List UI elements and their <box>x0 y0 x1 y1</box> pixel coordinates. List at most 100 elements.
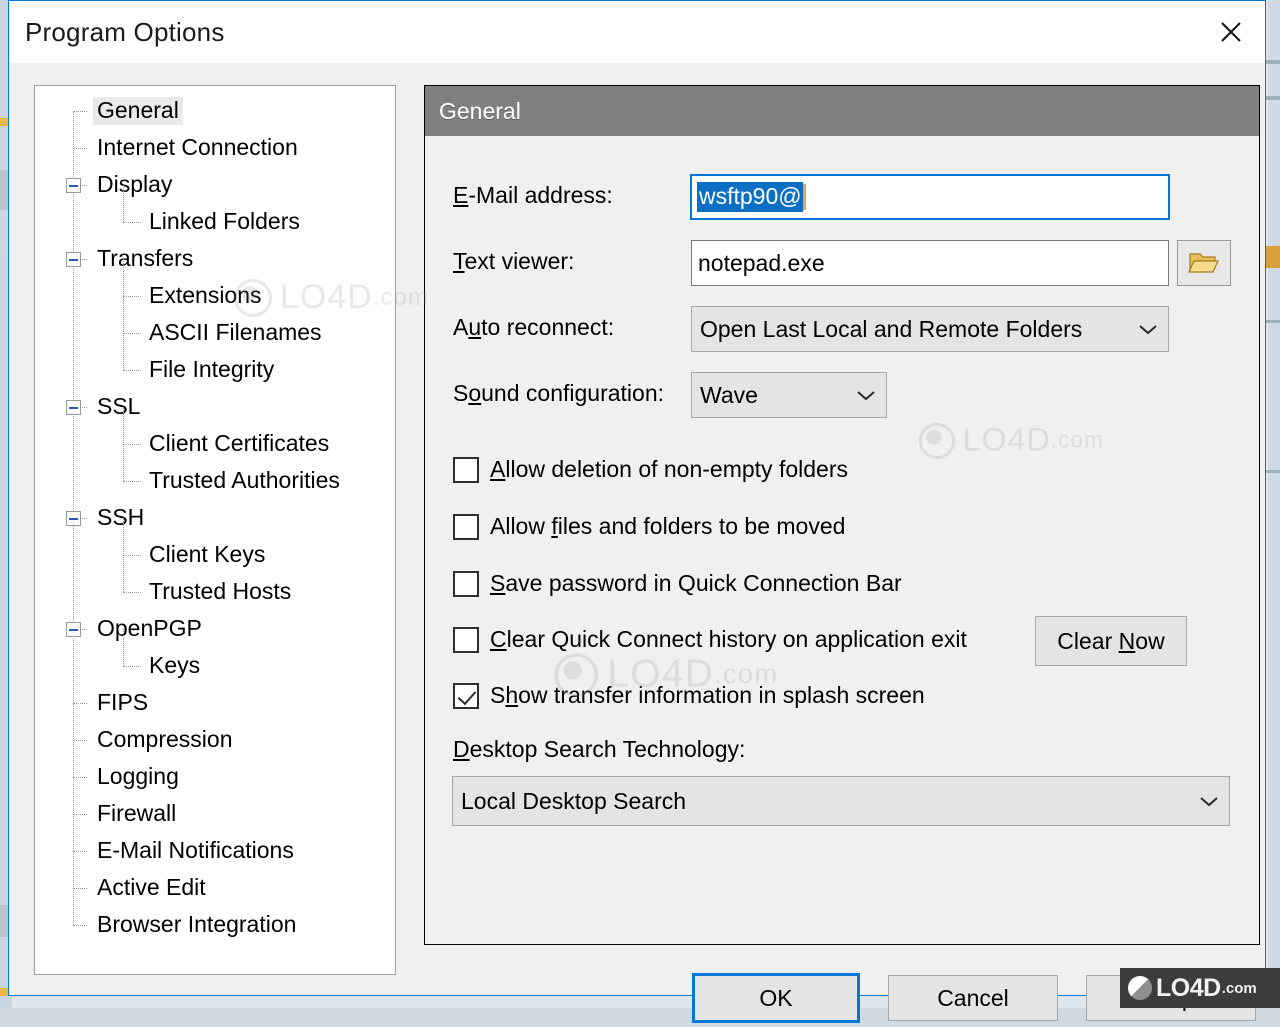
lo4d-logo-badge: LO4D .com <box>1120 968 1280 1008</box>
checkbox-box[interactable] <box>453 457 479 483</box>
tree-item-trusted-authorities[interactable]: Trusted Authorities <box>35 462 395 499</box>
tree-item-ssh[interactable]: SSH <box>35 499 395 536</box>
text-viewer-browse-button[interactable] <box>1177 240 1231 286</box>
tree-guide-line <box>123 629 125 666</box>
tree-item-general[interactable]: General <box>35 92 395 129</box>
checkbox-allow-deletion[interactable]: Allow deletion of non-empty folders <box>453 456 848 483</box>
tree-item-label: FIPS <box>93 689 152 717</box>
tree-guide-line <box>123 185 125 222</box>
checkbox-box[interactable] <box>453 514 479 540</box>
tree-guide-line <box>73 111 87 113</box>
settings-panel: General E-Mail address: wsftp90@ Text vi… <box>424 85 1260 945</box>
tree-item-display[interactable]: Display <box>35 166 395 203</box>
close-button[interactable] <box>1197 2 1265 62</box>
tree-item-linked-folders[interactable]: Linked Folders <box>35 203 395 240</box>
email-address-label: E-Mail address: <box>453 182 613 209</box>
tree-item-label: ASCII Filenames <box>145 319 326 347</box>
tree-item-extensions[interactable]: Extensions <box>35 277 395 314</box>
options-tree-list: General Internet Connection Display Linked … <box>35 86 395 943</box>
tree-guide-line <box>73 777 87 779</box>
ok-button[interactable]: OK <box>692 973 860 1023</box>
tree-item-e-mail-notifications[interactable]: E-Mail Notifications <box>35 832 395 869</box>
tree-collapse-toggle[interactable] <box>66 622 81 637</box>
sound-configuration-label-row: Sound configuration: <box>453 380 664 407</box>
tree-item-firewall[interactable]: Firewall <box>35 795 395 832</box>
tree-item-client-keys[interactable]: Client Keys <box>35 536 395 573</box>
clear-now-button[interactable]: Clear Now <box>1035 616 1187 666</box>
tree-item-internet-connection[interactable]: Internet Connection <box>35 129 395 166</box>
tree-item-client-certificates[interactable]: Client Certificates <box>35 425 395 462</box>
folder-open-icon <box>1188 250 1220 276</box>
text-viewer-input[interactable]: notepad.exe <box>691 240 1169 286</box>
tree-item-label: E-Mail Notifications <box>93 837 298 865</box>
panel-content: E-Mail address: wsftp90@ Text viewer: no… <box>425 136 1259 944</box>
panel-header: General <box>425 86 1259 136</box>
desktop-search-label-row: Desktop Search Technology: <box>453 736 745 763</box>
tree-item-label: Firewall <box>93 800 180 828</box>
tree-guide-line <box>73 148 87 150</box>
tree-item-ascii-filenames[interactable]: ASCII Filenames <box>35 314 395 351</box>
tree-guide-line <box>73 740 87 742</box>
auto-reconnect-label: Auto reconnect: <box>453 314 614 341</box>
checkbox-box[interactable] <box>453 627 479 653</box>
ok-button-label: OK <box>759 985 792 1012</box>
tree-item-fips[interactable]: FIPS <box>35 684 395 721</box>
checkbox-box[interactable] <box>453 683 479 709</box>
tree-guide-line <box>123 333 141 335</box>
tree-item-label: Keys <box>145 652 204 680</box>
tree-item-compression[interactable]: Compression <box>35 721 395 758</box>
tree-item-label: Internet Connection <box>93 134 302 162</box>
tree-item-transfers[interactable]: Transfers <box>35 240 395 277</box>
tree-guide-line <box>73 888 87 890</box>
auto-reconnect-select[interactable]: Open Last Local and Remote Folders <box>691 306 1169 352</box>
desktop-search-label: Desktop Search Technology: <box>453 736 745 763</box>
chevron-down-icon <box>1199 795 1219 807</box>
email-label-row: E-Mail address: <box>453 182 613 209</box>
checkbox-box[interactable] <box>453 571 479 597</box>
tree-item-label: File Integrity <box>145 356 278 384</box>
tree-guide-line <box>73 703 87 705</box>
tree-item-label: Linked Folders <box>145 208 304 236</box>
tree-item-label: Trusted Hosts <box>145 578 295 606</box>
options-tree-panel[interactable]: General Internet Connection Display Linked … <box>34 85 396 975</box>
tree-collapse-toggle[interactable] <box>66 400 81 415</box>
tree-item-openpgp[interactable]: OpenPGP <box>35 610 395 647</box>
desktop-search-select[interactable]: Local Desktop Search <box>452 776 1230 826</box>
tree-collapse-toggle[interactable] <box>66 252 81 267</box>
text-caret <box>803 184 806 210</box>
checkbox-label: Allow files and folders to be moved <box>490 513 845 540</box>
tree-item-browser-integration[interactable]: Browser Integration <box>35 906 395 943</box>
tree-guide-line <box>123 555 141 557</box>
checkbox-label: Save password in Quick Connection Bar <box>490 570 902 597</box>
tree-item-logging[interactable]: Logging <box>35 758 395 795</box>
tree-item-label: Browser Integration <box>93 911 300 939</box>
checkbox-clear-history[interactable]: Clear Quick Connect history on applicati… <box>453 626 967 653</box>
tree-item-label: SSL <box>93 393 144 421</box>
tree-collapse-toggle[interactable] <box>66 511 81 526</box>
checkbox-show-transfer-info[interactable]: Show transfer information in splash scre… <box>453 682 925 709</box>
email-address-input[interactable]: wsftp90@ <box>690 174 1170 220</box>
tree-guide-line <box>73 851 87 853</box>
cancel-button[interactable]: Cancel <box>888 975 1058 1021</box>
tree-item-label: Client Certificates <box>145 430 333 458</box>
checkbox-label: Show transfer information in splash scre… <box>490 682 925 709</box>
tree-item-file-integrity[interactable]: File Integrity <box>35 351 395 388</box>
clear-now-label: Clear Now <box>1057 628 1164 655</box>
tree-collapse-toggle[interactable] <box>66 178 81 193</box>
tree-guide-line <box>73 925 87 927</box>
tree-item-keys[interactable]: Keys <box>35 647 395 684</box>
tree-item-ssl[interactable]: SSL <box>35 388 395 425</box>
lo4d-logo-text: LO4D <box>1156 974 1221 1003</box>
tree-item-label: Compression <box>93 726 237 754</box>
tree-item-label: Display <box>93 171 176 199</box>
tree-item-trusted-hosts[interactable]: Trusted Hosts <box>35 573 395 610</box>
checkbox-allow-move[interactable]: Allow files and folders to be moved <box>453 513 845 540</box>
tree-guide-line <box>123 407 125 481</box>
tree-item-label: Client Keys <box>145 541 269 569</box>
tree-guide-line <box>123 518 125 592</box>
tree-item-active-edit[interactable]: Active Edit <box>35 869 395 906</box>
auto-reconnect-label-row: Auto reconnect: <box>453 314 614 341</box>
checkbox-save-password[interactable]: Save password in Quick Connection Bar <box>453 570 902 597</box>
window-title: Program Options <box>9 17 225 48</box>
sound-configuration-select[interactable]: Wave <box>691 372 887 418</box>
